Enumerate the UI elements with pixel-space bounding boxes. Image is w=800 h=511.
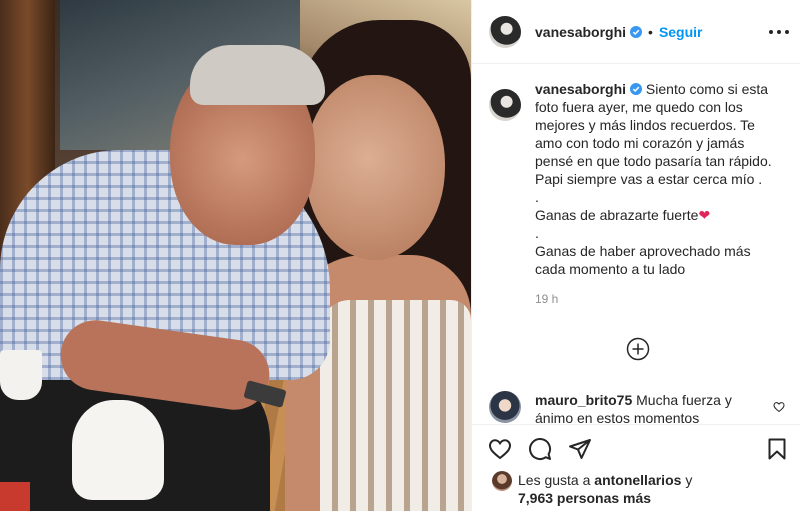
author-avatar[interactable] xyxy=(489,15,521,48)
heart-emoji: ❤ xyxy=(698,207,711,223)
header-separator: • xyxy=(648,23,653,40)
likes-count[interactable]: 7,963 personas más xyxy=(518,490,651,506)
follow-button[interactable]: Seguir xyxy=(659,24,703,40)
liker-username[interactable]: antonellarios xyxy=(594,472,681,488)
comment-like-icon[interactable] xyxy=(773,401,785,413)
load-more-comments-icon[interactable] xyxy=(626,337,650,361)
save-icon[interactable] xyxy=(765,437,789,461)
likes-suffix: y xyxy=(685,472,693,488)
author-username[interactable]: vanesaborghi xyxy=(535,24,626,40)
action-bar: Les gusta a antonellarios y 7,963 person… xyxy=(472,424,800,511)
photo-teapot xyxy=(72,400,164,500)
likes-prefix: Les gusta a xyxy=(518,472,591,488)
comment-icon[interactable] xyxy=(528,437,552,461)
comment-text-block: mauro_brito75 Mucha fuerza y ánimo en es… xyxy=(535,391,735,423)
commenter-avatar[interactable] xyxy=(489,391,521,423)
commenter-username[interactable]: mauro_brito75 xyxy=(535,392,632,408)
share-icon[interactable] xyxy=(568,437,592,461)
post-photo[interactable] xyxy=(0,0,471,511)
caption: vanesaborghi Siento como si esta foto fu… xyxy=(535,80,775,308)
likes-summary: Les gusta a antonellarios y 7,963 person… xyxy=(492,471,692,507)
post-timestamp[interactable]: 19 h xyxy=(535,290,775,308)
more-options-icon[interactable] xyxy=(769,24,789,40)
caption-line: Ganas de haber aprovechado más cada mome… xyxy=(535,243,751,277)
action-icons xyxy=(488,437,592,461)
verified-badge-icon xyxy=(630,83,643,95)
caption-author-avatar[interactable] xyxy=(489,89,521,121)
photo-woman-face xyxy=(305,75,445,260)
photo-sugar-packet xyxy=(0,482,30,511)
photo-cup xyxy=(0,350,42,400)
liker-avatar[interactable] xyxy=(492,471,512,491)
photo-woman-dress xyxy=(320,300,471,511)
caption-dot: . xyxy=(535,189,539,205)
post-header: vanesaborghi • Seguir xyxy=(472,0,800,64)
comment-item: mauro_brito75 Mucha fuerza y ánimo en es… xyxy=(489,391,789,423)
post-side-panel: vanesaborghi • Seguir vanesaborghi Sient… xyxy=(471,0,800,511)
caption-line: Ganas de abrazarte fuerte❤ xyxy=(535,207,711,223)
caption-dot: . xyxy=(535,225,539,241)
caption-username[interactable]: vanesaborghi xyxy=(535,81,626,97)
caption-block: vanesaborghi Siento como si esta foto fu… xyxy=(472,80,800,308)
photo-man-hair xyxy=(190,45,325,105)
likes-text: Les gusta a antonellarios y 7,963 person… xyxy=(518,471,692,507)
verified-badge-icon xyxy=(630,25,643,38)
like-icon[interactable] xyxy=(488,437,512,461)
